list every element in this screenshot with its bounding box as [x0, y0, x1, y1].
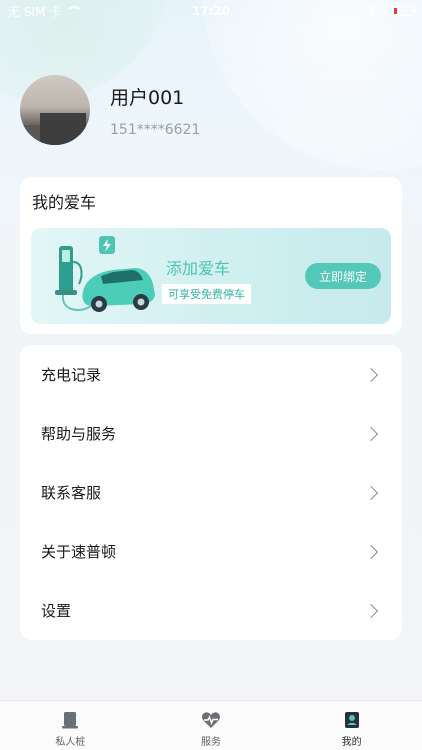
menu-item-settings[interactable]: 设置: [20, 581, 402, 640]
user-phone: 151****6621: [110, 121, 201, 138]
tab-mine[interactable]: 我的: [281, 701, 422, 750]
profile-screen: 无 SIM 卡 17:20 1% 用户001 151****6621 我的爱车: [0, 0, 422, 750]
tab-label: 我的: [341, 737, 362, 748]
avatar[interactable]: [20, 75, 90, 145]
status-bar: 无 SIM 卡 17:20 1%: [0, 0, 422, 22]
banner-title: 添加爱车: [166, 259, 231, 278]
menu-card: 充电记录 帮助与服务 联系客服 关于速普顿 设置: [20, 345, 402, 640]
tab-private-charger[interactable]: 私人桩: [0, 701, 141, 750]
tab-bar: 私人桩 服务 我的: [0, 700, 422, 750]
menu-item-help-service[interactable]: 帮助与服务: [20, 404, 402, 463]
profile-header[interactable]: 用户001 151****6621: [20, 75, 200, 145]
my-car-card: 我的爱车 添加爱车 可享受免费停车 立即绑定: [20, 177, 402, 334]
car-charging-illustration: [55, 236, 155, 312]
charger-icon: [60, 711, 80, 729]
menu-item-charging-records[interactable]: 充电记录: [20, 345, 402, 404]
background-decoration: [202, 0, 422, 170]
menu-item-label: 联系客服: [41, 484, 102, 502]
chevron-right-icon: [363, 485, 379, 500]
menu-item-label: 帮助与服务: [41, 425, 117, 443]
heart-pulse-icon: [201, 711, 221, 729]
tab-service[interactable]: 服务: [141, 701, 282, 750]
status-time: 17:20: [191, 4, 231, 18]
menu-item-label: 充电记录: [41, 366, 102, 384]
profile-text: 用户001 151****6621: [110, 83, 200, 138]
my-car-title: 我的爱车: [32, 193, 97, 212]
user-name: 用户001: [110, 86, 185, 109]
menu-item-label: 设置: [41, 602, 72, 620]
bind-car-button[interactable]: 立即绑定: [305, 263, 381, 289]
chevron-right-icon: [363, 426, 379, 441]
tab-label: 服务: [201, 737, 221, 748]
banner-subtitle: 可享受免费停车: [162, 284, 251, 304]
menu-item-contact-support[interactable]: 联系客服: [20, 463, 402, 522]
menu-item-about[interactable]: 关于速普顿: [20, 522, 402, 581]
menu-item-label: 关于速普顿: [41, 543, 117, 561]
battery-icon: [392, 6, 416, 16]
chevron-right-icon: [363, 367, 379, 382]
chevron-right-icon: [363, 544, 379, 559]
tab-label: 私人桩: [55, 737, 86, 748]
profile-icon: [342, 711, 362, 729]
add-car-banner[interactable]: 添加爱车 可享受免费停车 立即绑定: [31, 228, 391, 324]
chevron-right-icon: [363, 603, 379, 618]
